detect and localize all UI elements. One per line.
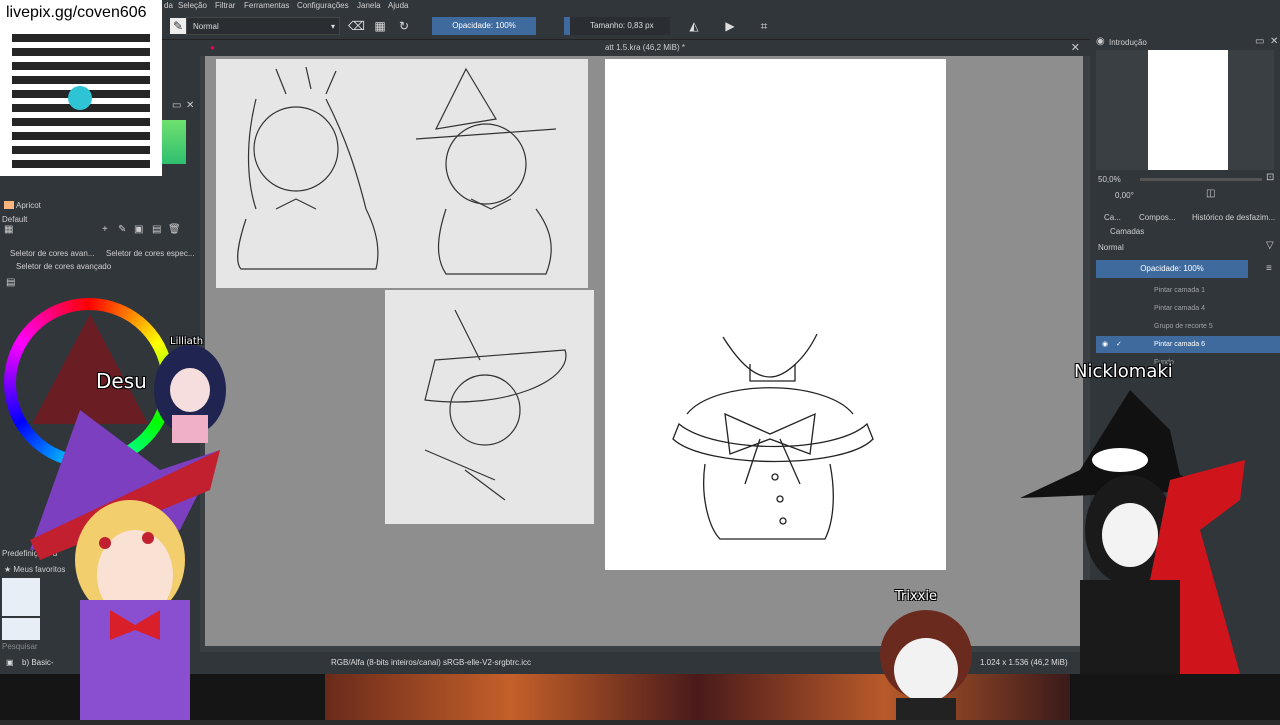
palette-swatches[interactable] [162, 120, 186, 164]
document-title: att 1.5.kra (46,2 MiB) * [604, 43, 686, 52]
nametag-nicklomaki: Nicklomaki [1074, 361, 1173, 382]
menu-item-selection[interactable]: Seleção [178, 1, 207, 10]
opacity-slider[interactable]: Opacidade: 100% [432, 17, 536, 35]
menu-item-tools[interactable]: Ferramentas [244, 1, 289, 10]
palette-name: Default [2, 215, 28, 224]
grid-icon[interactable]: ▦ [4, 224, 13, 235]
layer-blend-mode[interactable]: Normal [1098, 243, 1124, 252]
avatar-nicklomaki-art [1020, 390, 1245, 674]
save-icon[interactable]: ▣ [134, 224, 143, 235]
blend-mode-value: Normal [193, 22, 219, 31]
tab-color-selector-advanced[interactable]: Seletor de cores avan... [10, 249, 95, 258]
sketch-drawing-2 [424, 309, 567, 501]
layer-row[interactable]: Pintar camada 1 [1096, 282, 1280, 299]
settings-icon[interactable]: ▤ [6, 277, 15, 288]
menu-item-help[interactable]: Ajuda [388, 1, 408, 10]
mirror-horizontal-icon[interactable]: ◭ [686, 18, 702, 34]
close-icon[interactable]: ✕ [1270, 36, 1278, 47]
close-icon[interactable]: ✕ [1071, 40, 1080, 56]
menu-item-settings[interactable]: Configurações [297, 1, 349, 10]
color-space: RGB/Alfa (8-bits inteiros/canal) sRGB-el… [331, 658, 532, 667]
canvas-drawing [672, 333, 874, 540]
tab-layers-short[interactable]: Ca... [1104, 213, 1121, 222]
avatar-trixxie [876, 610, 976, 720]
document-title-bar: att 1.5.kra (46,2 MiB) * ● ✕ [200, 40, 1090, 56]
qr-logo-icon [68, 86, 92, 110]
overview-title: Introdução [1109, 38, 1147, 47]
zoom-level[interactable]: 50,0% [1098, 175, 1121, 184]
reference-sketch-sheet [216, 59, 588, 288]
check-icon[interactable]: ✓ [1116, 336, 1122, 353]
qr-code-panel: livepix.gg/coven606 [0, 0, 162, 176]
edit-icon[interactable]: ✎ [118, 224, 126, 235]
zoom-slider[interactable] [1140, 178, 1262, 181]
nametag-desu: Desu [96, 369, 147, 393]
brush-preset-icon[interactable]: ✎ [170, 18, 186, 34]
menu-item-window[interactable]: Janela [357, 1, 381, 10]
crop-icon[interactable]: ⌗ [756, 18, 772, 34]
rotation-value[interactable]: 0,00° [1115, 191, 1134, 200]
nametag-trixxie: Trixxie [895, 589, 937, 604]
eraser-icon[interactable]: ⌫ [348, 18, 365, 34]
close-icon[interactable]: ✕ [186, 100, 194, 111]
reference-sketch-sheet-2 [385, 290, 594, 524]
avatar-lilliath [150, 345, 230, 445]
eye-icon[interactable]: ◉ [1102, 336, 1108, 353]
reload-icon[interactable]: ↻ [396, 18, 412, 34]
blend-mode-select[interactable]: Normal ▾ [186, 17, 340, 35]
main-canvas-page[interactable] [605, 59, 946, 570]
layers-title: Camadas [1110, 227, 1145, 236]
brush-icon: ▣ [6, 658, 14, 667]
avatar-nicklomaki [1020, 390, 1250, 674]
menu-item-filter[interactable]: Filtrar [215, 1, 235, 10]
layer-name: Pintar camada 6 [1154, 341, 1205, 348]
layer-name: Pintar camada 1 [1154, 287, 1205, 294]
fit-icon[interactable]: ⊡ [1266, 172, 1274, 183]
tab-color-selector-specific[interactable]: Seletor de cores espec... [106, 249, 195, 258]
layer-row[interactable]: Pintar camada 4 [1096, 300, 1280, 317]
avatar-trixxie-art [880, 610, 972, 720]
krita-icon: ● [210, 43, 215, 52]
float-icon[interactable]: ▭ [172, 100, 181, 111]
avatar-witch-purple [20, 410, 220, 720]
menu-icon[interactable]: ≡ [1266, 263, 1272, 274]
apricot-swatch [4, 201, 14, 209]
advanced-selector-title: Seletor de cores avançado [16, 262, 112, 271]
tab-compositions[interactable]: Compos... [1139, 213, 1175, 222]
import-icon[interactable]: ▤ [152, 224, 161, 235]
overview-panel[interactable] [1096, 50, 1274, 170]
eye-icon: ◉ [1096, 36, 1105, 47]
avatar-witch-purple-art [30, 410, 220, 720]
layer-name: Grupo de recorte 5 [1154, 323, 1213, 330]
alpha-lock-icon[interactable]: ▦ [372, 18, 388, 34]
filter-icon[interactable]: ▽ [1266, 240, 1274, 251]
tab-undo-history[interactable]: Histórico de desfazim... [1192, 213, 1275, 222]
menu-item[interactable]: da [164, 1, 173, 10]
menu-bar: da Seleção Filtrar Ferramentas Configura… [0, 0, 1280, 12]
avatar-lilliath-art [154, 345, 226, 443]
add-icon[interactable]: + [102, 224, 108, 235]
tool-options-bar: ✎ Normal ▾ ⌫ ▦ ↻ Opacidade: 100% Tamanho… [0, 12, 1280, 40]
layer-row-active[interactable]: ◉ ✓ Pintar camada 6 [1096, 336, 1280, 353]
delete-icon[interactable]: 🗑 [168, 224, 181, 235]
sketch-drawing [237, 66, 557, 275]
layer-row[interactable]: Grupo de recorte 5 [1096, 318, 1280, 335]
chevron-down-icon: ▾ [330, 22, 335, 31]
qr-label: livepix.gg/coven606 [6, 4, 147, 21]
color-name: Apricot [16, 201, 41, 210]
float-icon[interactable]: ▭ [1255, 36, 1264, 47]
mirror-icon[interactable]: ◫ [1206, 188, 1215, 199]
overview-thumbnail [1148, 50, 1228, 170]
size-slider[interactable]: Tamanho: 0,83 px [564, 17, 670, 35]
nametag-lilliath: Lilliath [170, 336, 204, 347]
mirror-vertical-icon[interactable]: ▶ [722, 18, 738, 34]
layer-name: Pintar camada 4 [1154, 305, 1205, 312]
layer-opacity-slider[interactable]: Opacidade: 100% [1096, 260, 1248, 278]
